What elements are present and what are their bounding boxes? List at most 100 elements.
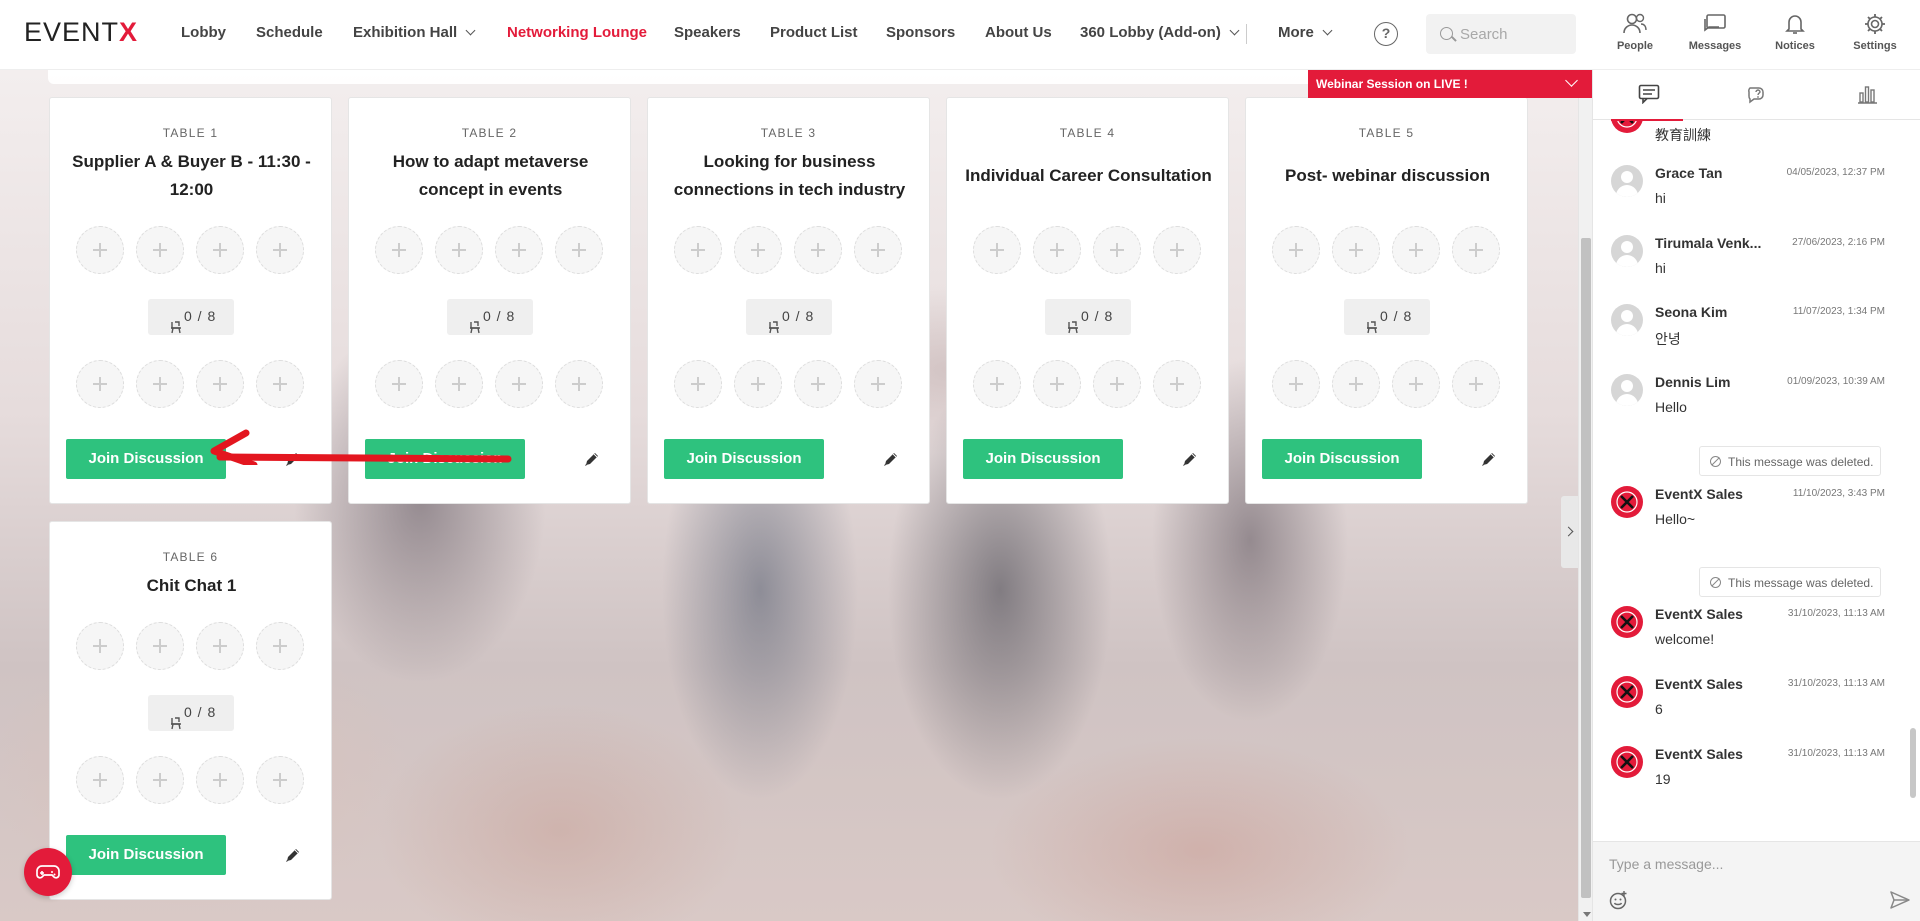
- empty-seat-add-icon[interactable]: [495, 226, 543, 274]
- empty-seat-add-icon[interactable]: [136, 622, 184, 670]
- empty-seat-add-icon[interactable]: [854, 226, 902, 274]
- chat-scrollbar[interactable]: [1909, 128, 1917, 898]
- empty-seat-add-icon[interactable]: [674, 226, 722, 274]
- tab-poll[interactable]: [1811, 70, 1920, 120]
- empty-seat-add-icon[interactable]: [1153, 360, 1201, 408]
- nav-schedule[interactable]: Schedule: [256, 24, 323, 41]
- eventx-avatar[interactable]: [1611, 121, 1643, 133]
- empty-seat-add-icon[interactable]: [196, 622, 244, 670]
- empty-seat-add-icon[interactable]: [734, 360, 782, 408]
- messages-button[interactable]: Messages: [1685, 12, 1745, 52]
- nav-lobby[interactable]: Lobby: [181, 24, 226, 41]
- join-discussion-button[interactable]: Join Discussion: [1262, 439, 1422, 479]
- page-scrollbar[interactable]: [1578, 70, 1592, 921]
- scroll-down-arrow[interactable]: [1583, 912, 1591, 917]
- join-discussion-button[interactable]: Join Discussion: [963, 439, 1123, 479]
- send-icon[interactable]: [1889, 890, 1911, 910]
- empty-seat-add-icon[interactable]: [256, 756, 304, 804]
- sender-name[interactable]: EventX Sales: [1655, 676, 1743, 692]
- join-discussion-button[interactable]: Join Discussion: [664, 439, 824, 479]
- nav-about-us[interactable]: About Us: [985, 24, 1052, 41]
- user-avatar[interactable]: [1611, 165, 1643, 197]
- empty-seat-add-icon[interactable]: [256, 226, 304, 274]
- game-launcher-button[interactable]: [24, 848, 72, 896]
- sender-name[interactable]: EventX Sales: [1655, 746, 1743, 762]
- eventx-avatar[interactable]: [1611, 606, 1643, 638]
- nav-networking-lounge[interactable]: Networking Lounge: [507, 24, 647, 41]
- empty-seat-add-icon[interactable]: [76, 226, 124, 274]
- search-input[interactable]: [1460, 14, 1570, 54]
- empty-seat-add-icon[interactable]: [854, 360, 902, 408]
- eventx-logo[interactable]: EVENTX: [24, 17, 138, 48]
- empty-seat-add-icon[interactable]: [1093, 226, 1141, 274]
- empty-seat-add-icon[interactable]: [1452, 226, 1500, 274]
- empty-seat-add-icon[interactable]: [1272, 226, 1320, 274]
- edit-pencil-icon[interactable]: [583, 450, 601, 468]
- empty-seat-add-icon[interactable]: [794, 360, 842, 408]
- empty-seat-add-icon[interactable]: [1033, 226, 1081, 274]
- empty-seat-add-icon[interactable]: [76, 756, 124, 804]
- empty-seat-add-icon[interactable]: [973, 360, 1021, 408]
- search-box[interactable]: [1426, 14, 1576, 54]
- empty-seat-add-icon[interactable]: [1033, 360, 1081, 408]
- tab-qa[interactable]: [1702, 70, 1811, 120]
- nav-sponsors[interactable]: Sponsors: [886, 24, 955, 41]
- user-avatar[interactable]: [1611, 235, 1643, 267]
- nav-speakers[interactable]: Speakers: [674, 24, 741, 41]
- collapse-panel-handle[interactable]: [1561, 496, 1578, 568]
- chat-scrollbar-thumb[interactable]: [1910, 728, 1916, 798]
- empty-seat-add-icon[interactable]: [1272, 360, 1320, 408]
- nav-more[interactable]: More: [1278, 24, 1333, 41]
- sender-name[interactable]: Tirumala Venk...: [1655, 235, 1761, 251]
- empty-seat-add-icon[interactable]: [76, 360, 124, 408]
- empty-seat-add-icon[interactable]: [435, 226, 483, 274]
- empty-seat-add-icon[interactable]: [674, 360, 722, 408]
- chat-message-list[interactable]: 教育訓練 Grace Tan 04/05/2023, 12:37 PM hi Tirum…: [1593, 121, 1920, 911]
- empty-seat-add-icon[interactable]: [256, 622, 304, 670]
- empty-seat-add-icon[interactable]: [76, 622, 124, 670]
- empty-seat-add-icon[interactable]: [555, 226, 603, 274]
- empty-seat-add-icon[interactable]: [794, 226, 842, 274]
- empty-seat-add-icon[interactable]: [375, 360, 423, 408]
- sender-name[interactable]: EventX Sales: [1655, 606, 1743, 622]
- people-button[interactable]: People: [1605, 12, 1665, 52]
- empty-seat-add-icon[interactable]: [1392, 360, 1440, 408]
- empty-seat-add-icon[interactable]: [973, 226, 1021, 274]
- user-avatar[interactable]: [1611, 374, 1643, 406]
- nav-product-list[interactable]: Product List: [770, 24, 858, 41]
- settings-button[interactable]: Settings: [1845, 12, 1905, 52]
- notices-button[interactable]: Notices: [1765, 12, 1825, 52]
- nav-exhibition-hall[interactable]: Exhibition Hall: [353, 24, 476, 41]
- empty-seat-add-icon[interactable]: [495, 360, 543, 408]
- empty-seat-add-icon[interactable]: [734, 226, 782, 274]
- empty-seat-add-icon[interactable]: [555, 360, 603, 408]
- empty-seat-add-icon[interactable]: [1093, 360, 1141, 408]
- empty-seat-add-icon[interactable]: [1392, 226, 1440, 274]
- empty-seat-add-icon[interactable]: [196, 756, 244, 804]
- sender-name[interactable]: EventX Sales: [1655, 486, 1743, 502]
- sender-name[interactable]: Grace Tan: [1655, 165, 1722, 181]
- emoji-icon[interactable]: [1609, 890, 1629, 910]
- empty-seat-add-icon[interactable]: [1452, 360, 1500, 408]
- tab-chat[interactable]: [1593, 70, 1702, 121]
- empty-seat-add-icon[interactable]: [196, 360, 244, 408]
- scrollbar-thumb[interactable]: [1581, 238, 1591, 898]
- edit-pencil-icon[interactable]: [1480, 450, 1498, 468]
- edit-pencil-icon[interactable]: [284, 846, 302, 864]
- sender-name[interactable]: Seona Kim: [1655, 304, 1727, 320]
- empty-seat-add-icon[interactable]: [1153, 226, 1201, 274]
- empty-seat-add-icon[interactable]: [435, 360, 483, 408]
- eventx-avatar[interactable]: [1611, 676, 1643, 708]
- eventx-avatar[interactable]: [1611, 746, 1643, 778]
- join-discussion-button[interactable]: Join Discussion: [66, 835, 226, 875]
- empty-seat-add-icon[interactable]: [1332, 226, 1380, 274]
- sender-name[interactable]: Dennis Lim: [1655, 374, 1730, 390]
- empty-seat-add-icon[interactable]: [375, 226, 423, 274]
- message-input[interactable]: [1609, 852, 1899, 876]
- empty-seat-add-icon[interactable]: [136, 756, 184, 804]
- eventx-avatar[interactable]: [1611, 486, 1643, 518]
- nav-360-lobby[interactable]: 360 Lobby (Add-on): [1080, 24, 1240, 41]
- edit-pencil-icon[interactable]: [882, 450, 900, 468]
- empty-seat-add-icon[interactable]: [1332, 360, 1380, 408]
- webinar-live-banner[interactable]: Webinar Session on LIVE !: [1308, 70, 1592, 98]
